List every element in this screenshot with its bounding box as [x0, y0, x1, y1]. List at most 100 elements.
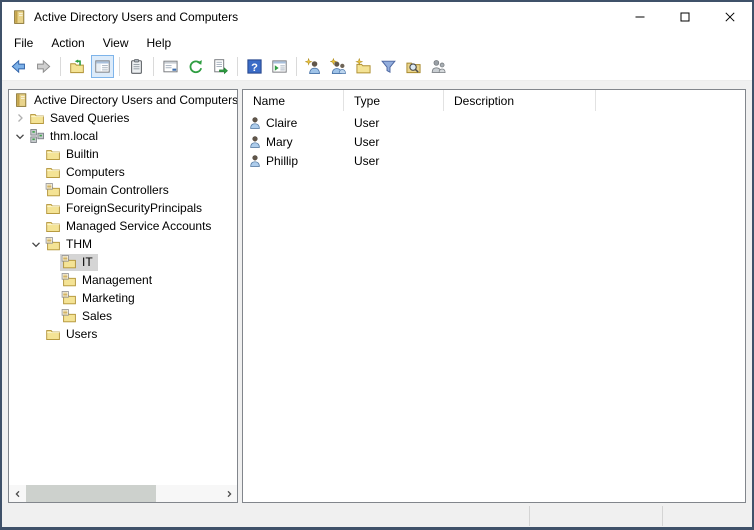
- expander-collapsed-icon[interactable]: [12, 110, 28, 126]
- help-icon: ?: [246, 58, 263, 75]
- up-one-level-icon: [69, 58, 86, 75]
- tree-item-active-directory-users-and-computers[interactable]: Active Directory Users and Computers [: [9, 91, 237, 109]
- tree-item-body: thm.local: [28, 128, 103, 145]
- maximize-button[interactable]: [662, 2, 707, 32]
- column-header-filler: [596, 90, 745, 111]
- console-root-icon: [13, 92, 29, 108]
- tree-item-foreignsecurityprincipals[interactable]: ForeignSecurityPrincipals: [9, 199, 237, 217]
- row-name-label: Claire: [266, 115, 298, 130]
- tree-item-sales[interactable]: Sales: [9, 307, 237, 325]
- menu-item-view[interactable]: View: [94, 34, 138, 52]
- forward-button[interactable]: [32, 55, 55, 78]
- list-row-phillip[interactable]: Phillip User: [243, 151, 745, 170]
- tree-item-label: Computers: [66, 165, 125, 179]
- tree-item-label: ForeignSecurityPrincipals: [66, 201, 203, 215]
- svg-text:?: ?: [251, 62, 258, 74]
- people-button[interactable]: [427, 55, 450, 78]
- tree-horizontal-scrollbar[interactable]: [9, 485, 237, 502]
- maximize-icon: [680, 12, 690, 22]
- filter-button[interactable]: [377, 55, 400, 78]
- tree-item-thm[interactable]: THM: [9, 235, 237, 253]
- cell-name: Mary: [243, 135, 344, 149]
- tree-item-body: Builtin: [44, 146, 104, 163]
- properties-clipboard-icon: [128, 58, 145, 75]
- ou-icon: [45, 236, 61, 252]
- list-row-claire[interactable]: Claire User: [243, 113, 745, 132]
- properties-window-button[interactable]: [159, 55, 182, 78]
- tree-item-marketing[interactable]: Marketing: [9, 289, 237, 307]
- menu-item-help[interactable]: Help: [138, 34, 181, 52]
- user-icon: [248, 135, 262, 149]
- console-tree-pane: Active Directory Users and Computers [Sa…: [8, 89, 238, 503]
- find-button[interactable]: [402, 55, 425, 78]
- back-button[interactable]: [7, 55, 30, 78]
- new-ou-icon: [355, 58, 372, 75]
- menu-item-file[interactable]: File: [5, 34, 42, 52]
- aduc-window: Active Directory Users and Computers Fil…: [0, 0, 754, 530]
- toolbar: ?: [2, 53, 752, 81]
- tree-item-management[interactable]: Management: [9, 271, 237, 289]
- tree-item-thm-local[interactable]: thm.local: [9, 127, 237, 145]
- user-icon: [248, 116, 262, 130]
- find-icon: [405, 58, 422, 75]
- aduc-app-icon: [11, 9, 27, 25]
- menu-item-action[interactable]: Action: [42, 34, 93, 52]
- new-user-button[interactable]: [302, 55, 325, 78]
- tree-item-domain-controllers[interactable]: Domain Controllers: [9, 181, 237, 199]
- scroll-left-arrow-icon[interactable]: [9, 485, 26, 502]
- refresh-button[interactable]: [184, 55, 207, 78]
- show-console-tree-button[interactable]: [91, 55, 114, 78]
- row-name-label: Phillip: [266, 153, 299, 168]
- new-ou-button[interactable]: [352, 55, 375, 78]
- close-button[interactable]: [707, 2, 752, 32]
- scrollbar-thumb[interactable]: [26, 485, 156, 502]
- tree-item-label: thm.local: [50, 129, 99, 143]
- toolbar-separator: [237, 57, 238, 76]
- tree-item-it[interactable]: IT: [9, 253, 237, 271]
- tree-item-builtin[interactable]: Builtin: [9, 145, 237, 163]
- titlebar[interactable]: Active Directory Users and Computers: [2, 2, 752, 32]
- tree-item-computers[interactable]: Computers: [9, 163, 237, 181]
- export-list-button[interactable]: [209, 55, 232, 78]
- window-title: Active Directory Users and Computers: [34, 10, 239, 24]
- tree-item-users[interactable]: Users: [9, 325, 237, 343]
- expander-expanded-icon[interactable]: [12, 128, 28, 144]
- tree-item-body: THM: [44, 236, 97, 253]
- row-name-label: Mary: [266, 134, 293, 149]
- tree-item-body: Management: [60, 272, 157, 289]
- ou-icon: [61, 290, 77, 306]
- tree-item-saved-queries[interactable]: Saved Queries: [9, 109, 237, 127]
- tree-item-label: Domain Controllers: [66, 183, 169, 197]
- tree-item-label: Builtin: [66, 147, 99, 161]
- minimize-button[interactable]: [617, 2, 662, 32]
- list-row-mary[interactable]: Mary User: [243, 132, 745, 151]
- properties-clipboard-button[interactable]: [125, 55, 148, 78]
- up-one-level-button[interactable]: [66, 55, 89, 78]
- people-icon: [430, 58, 447, 75]
- new-group-button[interactable]: [327, 55, 350, 78]
- new-group-icon: [330, 58, 347, 75]
- tree-item-body: Sales: [60, 308, 117, 325]
- cell-type: User: [344, 135, 444, 149]
- minimize-icon: [635, 12, 645, 22]
- scroll-right-arrow-icon[interactable]: [220, 485, 237, 502]
- column-header-name[interactable]: Name: [243, 90, 344, 111]
- column-header-type[interactable]: Type: [344, 90, 444, 111]
- statusbar-separator: [529, 506, 530, 526]
- folder-icon: [45, 200, 61, 216]
- tree-item-body: Marketing: [60, 290, 140, 307]
- tree-item-label: Sales: [82, 309, 113, 323]
- column-header-description[interactable]: Description: [444, 90, 596, 111]
- domain-icon: [29, 128, 45, 144]
- expander-expanded-icon[interactable]: [28, 236, 44, 252]
- tree-item-managed-service-accounts[interactable]: Managed Service Accounts: [9, 217, 237, 235]
- help-button[interactable]: ?: [243, 55, 266, 78]
- new-window-button[interactable]: [268, 55, 291, 78]
